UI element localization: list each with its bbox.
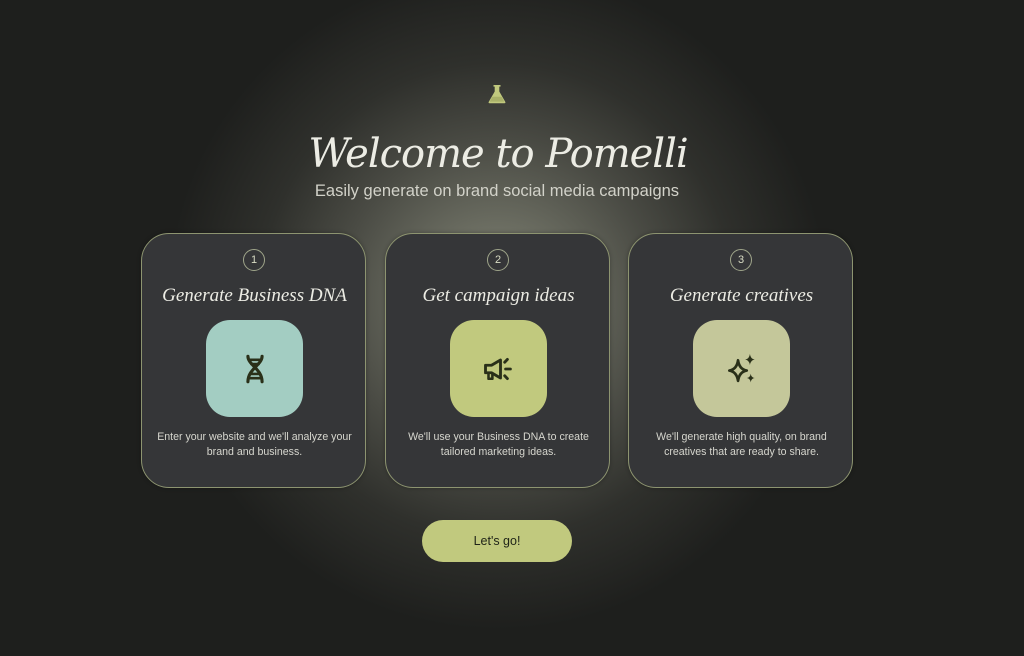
- dna-icon: [245, 354, 264, 383]
- step-title: Generate creatives: [669, 285, 814, 306]
- step-title: Generate Business DNA: [162, 285, 347, 306]
- step-description: We'll use your Business DNA to create ta…: [408, 431, 589, 458]
- step-title: Get campaign ideas: [422, 285, 575, 306]
- step-card-business-dna: 1 Generate Business DNA Enter your websi…: [141, 233, 366, 488]
- step-description: Enter your website and we'll analyze you…: [157, 431, 352, 458]
- step-icon-tile: [206, 320, 303, 417]
- step-icon-tile: [450, 320, 547, 417]
- step-icon-tile: [693, 320, 790, 417]
- step-number-badge: 3: [730, 249, 752, 271]
- lets-go-button[interactable]: Let's go!: [422, 520, 572, 562]
- megaphone-icon: [483, 357, 512, 380]
- page-subtitle: Easily generate on brand social media ca…: [314, 182, 680, 200]
- step-card-campaign-ideas: 2 Get campaign ideas We'll use your Busi…: [385, 233, 610, 488]
- step-description: We'll generate high quality, on brand cr…: [656, 431, 827, 458]
- step-number-badge: 2: [487, 249, 509, 271]
- step-card-generate-creatives: 3 Generate creatives We'll generate high…: [628, 233, 853, 488]
- flask-icon: [488, 85, 506, 104]
- step-number-badge: 1: [243, 249, 265, 271]
- page-title: Welcome to Pomelli: [308, 131, 688, 177]
- sparkle-icon: [727, 353, 755, 382]
